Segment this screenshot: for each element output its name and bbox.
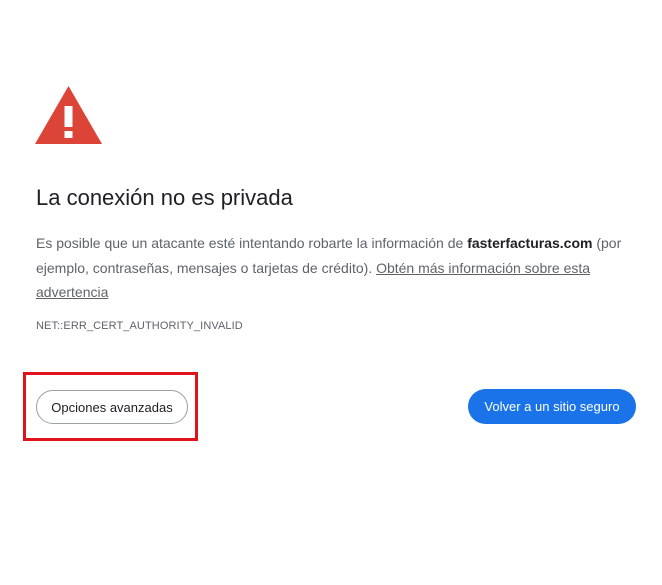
page-title: La conexión no es privada <box>36 185 293 210</box>
description-prefix: Es posible que un atacante esté intentan… <box>36 235 468 251</box>
back-to-safety-button[interactable]: Volver a un sitio seguro <box>468 389 636 424</box>
advanced-options-button[interactable]: Opciones avanzadas <box>36 390 188 424</box>
error-description: Es posible que un atacante esté intentan… <box>36 231 636 305</box>
error-code: NET::ERR_CERT_AUTHORITY_INVALID <box>36 320 243 332</box>
warning-triangle-icon <box>35 86 102 144</box>
domain-name: fasterfacturas.com <box>467 235 593 251</box>
